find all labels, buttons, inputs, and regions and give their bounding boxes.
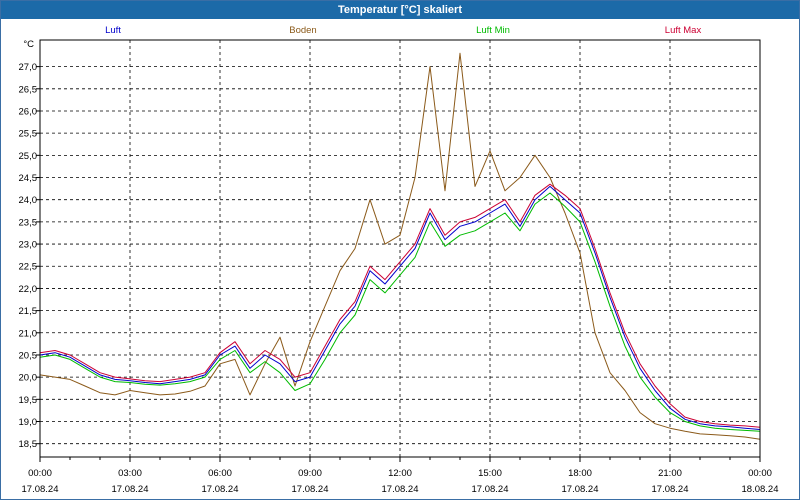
y-tick-label: 22,0 (19, 284, 38, 295)
x-tick-time-label: 00:00 (28, 468, 52, 479)
y-tick-label: 19,5 (19, 395, 38, 406)
x-tick-date-label: 17.08.24 (652, 484, 689, 495)
x-tick-date-label: 17.08.24 (382, 484, 419, 495)
x-tick-date-label: 17.08.24 (472, 484, 509, 495)
legend-item-luft-max: Luft Max (665, 25, 702, 36)
y-axis-unit-label: °C (23, 39, 34, 50)
y-axis: 18,5 19,0 19,5 20,0 20,5 21,0 21,5 22,0 22,5 23,0… (19, 39, 40, 450)
x-tick-time-label: 15:00 (478, 468, 502, 479)
y-tick-label: 25,0 (19, 151, 38, 162)
x-axis: 00:00 17.08.24 03:00 17.08.24 06:00 17.08.24 0… (22, 457, 779, 495)
x-tick-time-label: 18:00 (568, 468, 592, 479)
y-tick-label: 22,5 (19, 262, 38, 273)
x-tick-date-label: 17.08.24 (562, 484, 599, 495)
x-tick-time-label: 06:00 (208, 468, 232, 479)
x-tick-date-label: 17.08.24 (292, 484, 329, 495)
temperature-chart: 18,5 19,0 19,5 20,0 20,5 21,0 21,5 22,0 22,5 23,0… (19, 25, 779, 495)
legend-item-boden: Boden (289, 25, 316, 36)
x-tick-date-label: 17.08.24 (22, 484, 59, 495)
x-tick-time-label: 09:00 (298, 468, 322, 479)
y-tick-label: 23,0 (19, 240, 38, 251)
y-tick-label: 20,0 (19, 373, 38, 384)
x-tick-date-label: 17.08.24 (202, 484, 239, 495)
chart-grid (40, 40, 760, 457)
y-tick-label: 21,0 (19, 328, 38, 339)
y-tick-label: 19,0 (19, 417, 38, 428)
y-tick-label: 20,5 (19, 350, 38, 361)
x-tick-date-label: 18.08.24 (742, 484, 779, 495)
legend-item-luft: Luft (105, 25, 121, 36)
y-tick-label: 26,0 (19, 106, 38, 117)
x-tick-time-label: 00:00 (748, 468, 772, 479)
x-tick-time-label: 03:00 (118, 468, 142, 479)
y-tick-label: 24,0 (19, 195, 38, 206)
x-tick-time-label: 21:00 (658, 468, 682, 479)
chart-legend: Luft Boden Luft Min Luft Max (105, 25, 701, 36)
y-tick-label: 25,5 (19, 129, 38, 140)
x-tick-time-label: 12:00 (388, 468, 412, 479)
y-tick-label: 27,0 (19, 62, 38, 73)
y-tick-label: 18,5 (19, 439, 38, 450)
y-tick-label: 26,5 (19, 84, 38, 95)
y-tick-label: 23,5 (19, 217, 38, 228)
y-tick-label: 21,5 (19, 306, 38, 317)
y-tick-label: 24,5 (19, 173, 38, 184)
legend-item-luft-min: Luft Min (476, 25, 510, 36)
x-tick-date-label: 17.08.24 (112, 484, 149, 495)
